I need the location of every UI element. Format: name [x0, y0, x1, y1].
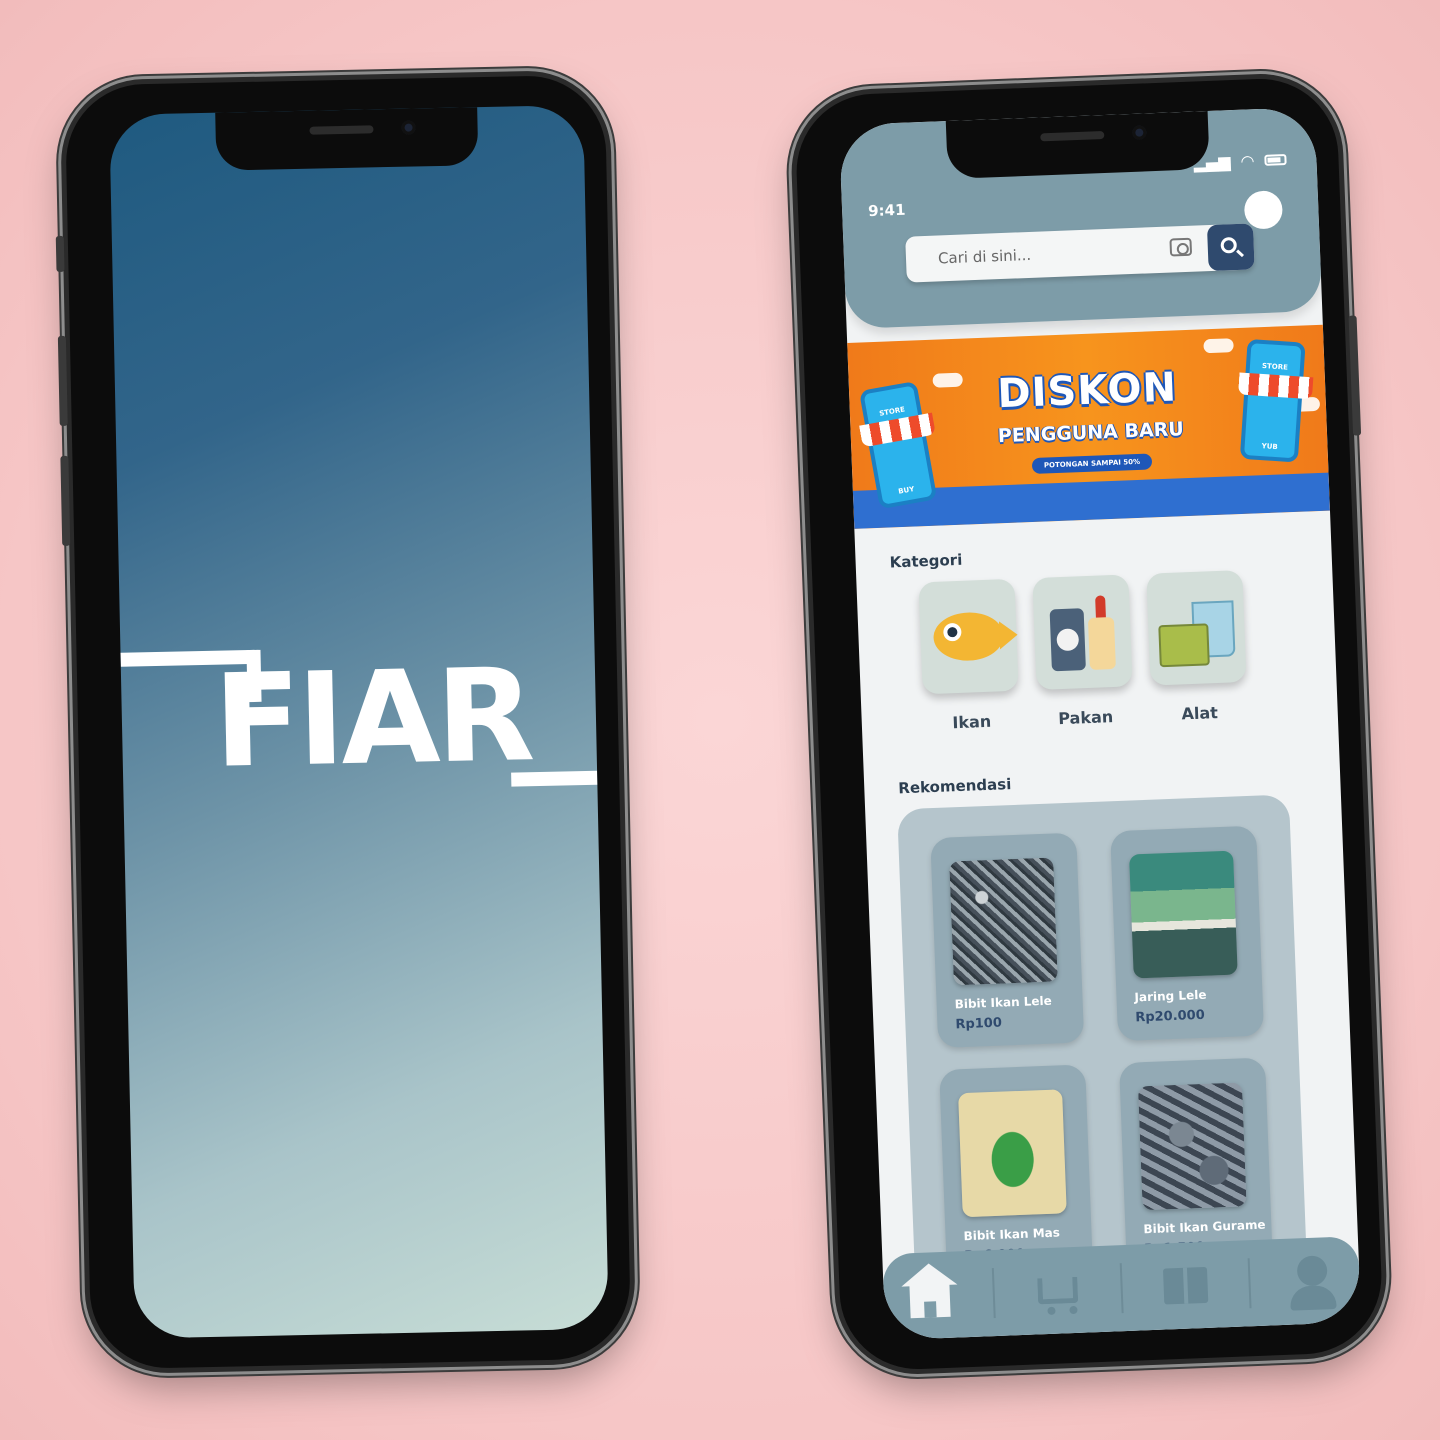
fish-food-bottle-icon — [1087, 616, 1116, 670]
product-image — [958, 1089, 1067, 1218]
book-icon — [1162, 1266, 1209, 1305]
buy-label: YUB — [1261, 442, 1278, 452]
nav-divider — [992, 1268, 996, 1319]
bottom-nav — [882, 1236, 1362, 1341]
category-tile[interactable] — [1146, 570, 1247, 686]
nav-home[interactable] — [899, 1264, 961, 1326]
category-list: Ikan Pakan Alat — [918, 570, 1248, 733]
banner-title: DISKON — [996, 364, 1178, 418]
user-icon — [1297, 1255, 1329, 1287]
category-tile[interactable] — [1032, 574, 1133, 690]
banner-store-phone: STORE YUB — [1238, 338, 1314, 463]
volume-down-button — [60, 455, 71, 546]
fiar-logo: FIAR — [120, 641, 598, 821]
search-button[interactable] — [1206, 223, 1255, 272]
phone-home: 9:41 ▂▄▆ ◠ Cari di sini... STORE BUY DIS… — [793, 76, 1385, 1372]
speaker — [309, 125, 374, 135]
product-price: Rp100 — [955, 1015, 1003, 1033]
banner-tag: POTONGAN SAMPAI 50% — [1031, 453, 1153, 474]
battery-icon — [1264, 154, 1287, 166]
category-ikan[interactable]: Ikan — [918, 578, 1020, 734]
home-screen: 9:41 ▂▄▆ ◠ Cari di sini... STORE BUY DIS… — [838, 106, 1362, 1341]
cloud-decoration — [1203, 338, 1234, 354]
buy-label: BUY — [897, 485, 915, 496]
product-image — [949, 857, 1058, 986]
status-time: 9:41 — [867, 200, 906, 221]
nav-articles[interactable] — [1154, 1255, 1216, 1317]
category-tile[interactable] — [918, 578, 1019, 695]
categories-title: Kategori — [889, 550, 963, 572]
logo-line-bottom — [511, 770, 598, 787]
search-icon — [1220, 236, 1238, 254]
speaker — [1040, 130, 1105, 142]
notch — [945, 110, 1210, 180]
category-pakan[interactable]: Pakan — [1032, 574, 1134, 729]
store-awning — [1238, 372, 1314, 400]
power-button — [1348, 315, 1362, 436]
splash-screen: FIAR — [109, 104, 609, 1339]
notch — [215, 107, 479, 171]
mute-switch — [55, 235, 65, 273]
basket-icon — [1158, 623, 1210, 668]
category-alat[interactable]: Alat — [1146, 570, 1248, 725]
product-name: Bibit Ikan Lele — [954, 993, 1053, 1012]
fish-food-icon — [1049, 608, 1086, 672]
category-label: Pakan — [1057, 707, 1114, 729]
product-card[interactable]: Bibit Ikan Lele Rp100 — [930, 832, 1085, 1049]
nav-profile[interactable] — [1282, 1250, 1344, 1312]
phone-splash: FIAR — [55, 74, 632, 1370]
fish-icon — [932, 611, 1005, 662]
cloud-decoration — [932, 372, 963, 388]
search-input[interactable]: Cari di sini... — [938, 246, 1032, 268]
product-card[interactable]: Jaring Lele Rp20.000 — [1110, 825, 1265, 1042]
category-label: Ikan — [952, 711, 992, 733]
product-price: Rp20.000 — [1135, 1007, 1206, 1026]
product-name: Jaring Lele — [1134, 987, 1207, 1005]
nav-cart[interactable] — [1027, 1259, 1089, 1321]
product-name: Bibit Ikan Gurame — [1143, 1217, 1266, 1237]
front-camera — [401, 120, 416, 135]
store-label: STORE — [1261, 361, 1289, 372]
product-image — [1137, 1082, 1247, 1211]
status-icons: ▂▄▆ ◠ — [1193, 150, 1287, 173]
avatar[interactable] — [1243, 190, 1284, 230]
banner-subtitle: PENGGUNA BARU — [997, 418, 1185, 448]
nav-divider — [1247, 1258, 1252, 1309]
promo-banner[interactable]: STORE BUY DISKON PENGGUNA BARU POTONGAN … — [847, 324, 1330, 529]
volume-up-button — [57, 335, 68, 426]
front-camera — [1132, 125, 1147, 140]
recommendations-title: Rekomendasi — [897, 775, 1012, 798]
search-bar[interactable]: Cari di sini... — [905, 223, 1255, 283]
cart-icon — [1037, 1276, 1079, 1305]
product-name: Bibit Ikan Mas — [963, 1225, 1061, 1244]
wifi-icon: ◠ — [1240, 151, 1255, 171]
nav-divider — [1119, 1263, 1124, 1314]
product-image — [1129, 850, 1238, 979]
category-label: Alat — [1181, 703, 1219, 724]
logo-text: FIAR — [212, 641, 533, 797]
home-icon — [909, 1282, 952, 1319]
camera-search-icon[interactable] — [1169, 237, 1193, 257]
